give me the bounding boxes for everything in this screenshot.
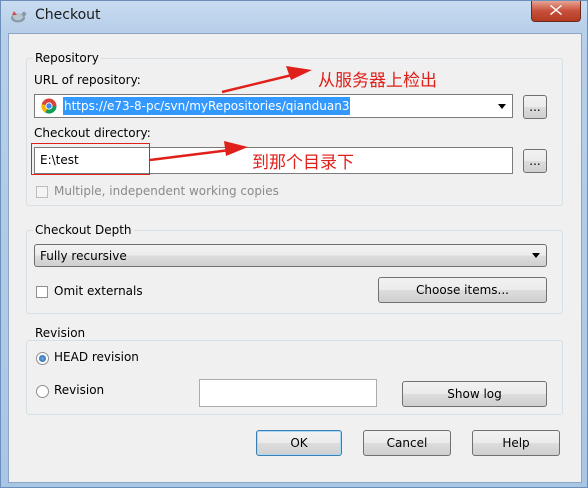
head-revision-label: HEAD revision	[54, 350, 139, 364]
depth-selected-value: Fully recursive	[40, 248, 127, 263]
close-button[interactable]	[531, 1, 581, 22]
tortoise-svn-icon	[9, 7, 27, 25]
url-browse-button[interactable]: ...	[523, 95, 547, 119]
url-value: https://e73-8-pc/svn/myRepositories/qian…	[63, 97, 351, 115]
checkout-depth-group-label: Checkout Depth	[33, 223, 134, 237]
directory-browse-button[interactable]: ...	[523, 149, 547, 173]
show-log-button[interactable]: Show log	[402, 381, 547, 407]
choose-items-button[interactable]: Choose items...	[378, 277, 547, 303]
ok-button[interactable]: OK	[256, 430, 342, 456]
annotation-checkout-from-server: 从服务器上检出	[318, 71, 437, 91]
revision-group-label: Revision	[33, 326, 88, 340]
chrome-icon	[41, 98, 57, 117]
chevron-down-icon[interactable]	[532, 253, 540, 258]
omit-externals-label: Omit externals	[54, 284, 143, 298]
multiple-working-copies-checkbox[interactable]	[36, 186, 48, 198]
repository-group-label: Repository	[33, 51, 101, 65]
url-combobox[interactable]: https://e73-8-pc/svn/myRepositories/qian…	[34, 94, 513, 118]
annotation-target-directory: 到那个目录下	[252, 153, 354, 173]
title-bar[interactable]: Checkout	[1, 1, 587, 31]
dialog-client-area: Repository URL of repository: https://e7…	[8, 33, 582, 483]
omit-externals-checkbox[interactable]	[36, 286, 48, 298]
window-title: Checkout	[35, 7, 101, 23]
directory-highlight-box	[31, 143, 150, 175]
multiple-working-copies-label: Multiple, independent working copies	[54, 184, 279, 198]
close-icon	[550, 4, 562, 18]
revision-input[interactable]	[199, 379, 377, 407]
revision-radio[interactable]	[36, 385, 49, 398]
url-label: URL of repository:	[34, 73, 141, 87]
chevron-down-icon[interactable]	[498, 104, 506, 109]
revision-label: Revision	[54, 383, 105, 397]
head-revision-radio[interactable]	[36, 352, 49, 365]
checkout-directory-label: Checkout directory:	[34, 126, 151, 140]
checkout-dialog: Checkout Repository URL of repository: h…	[0, 0, 588, 488]
cancel-button[interactable]: Cancel	[363, 430, 451, 456]
depth-select[interactable]: Fully recursive	[34, 244, 547, 267]
help-button[interactable]: Help	[472, 430, 560, 456]
